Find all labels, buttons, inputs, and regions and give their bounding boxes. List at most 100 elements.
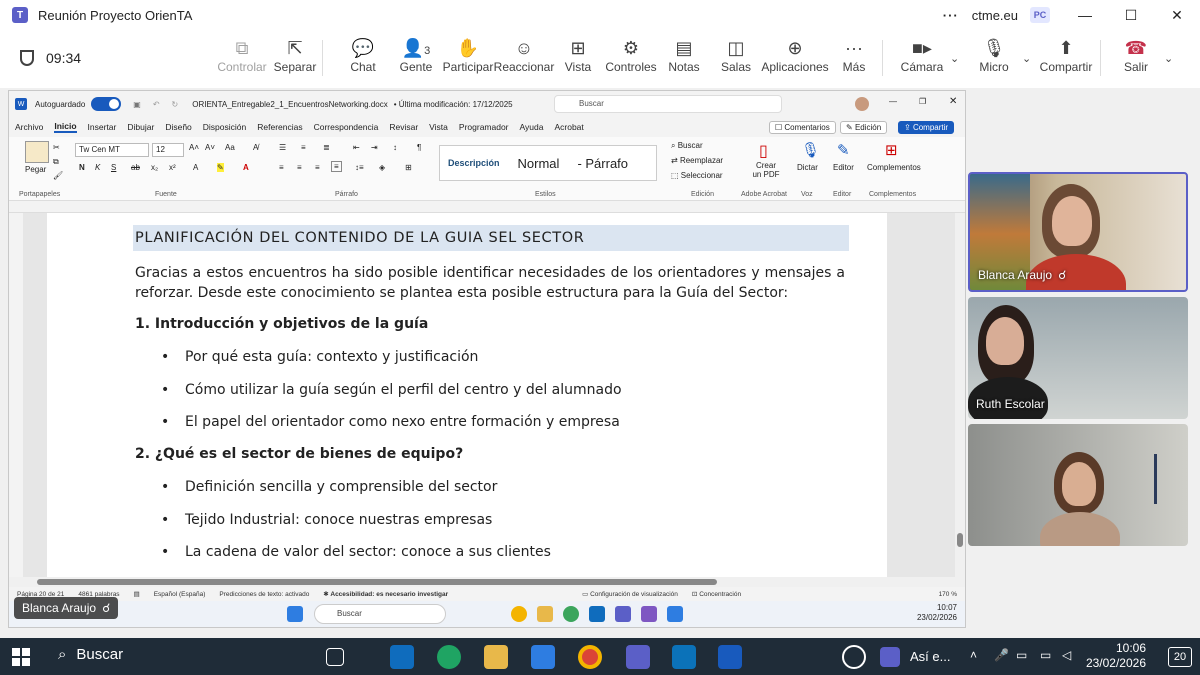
mic-button[interactable]: 🎙 Micro (964, 36, 1024, 74)
menu-inicio[interactable]: Inicio (54, 121, 77, 133)
teams-icon[interactable] (626, 645, 650, 669)
font-size-select[interactable]: 12 (152, 143, 184, 157)
find-button[interactable]: ⌕ Buscar (671, 141, 703, 151)
document-page[interactable]: PLANIFICACIÓN DEL CONTENIDO DE LA GUIA S… (47, 213, 887, 577)
edge-icon[interactable] (437, 645, 461, 669)
menu-insertar[interactable]: Insertar (88, 122, 117, 132)
bold-icon[interactable]: N (79, 163, 85, 172)
shading-icon[interactable]: ◈ (379, 163, 385, 172)
comments-button[interactable]: ☐ Comentarios (769, 121, 836, 134)
autosave-toggle[interactable] (91, 97, 122, 111)
controls-button[interactable]: ⚙ Controles (601, 36, 661, 74)
display-settings[interactable]: ▭ Configuración de visualización (582, 590, 678, 598)
chat-button[interactable]: 💬 Chat (333, 36, 393, 74)
media-icon[interactable] (880, 647, 900, 667)
menu-revisar[interactable]: Revisar (389, 122, 418, 132)
camera-button[interactable]: ■▸ Cámara (892, 36, 952, 74)
vertical-scrollbar[interactable] (955, 213, 965, 577)
participant-tile[interactable]: Ruth Escolar (968, 297, 1188, 419)
font-color-icon[interactable]: A (243, 163, 249, 172)
network-icon[interactable]: ▭ (1040, 648, 1051, 662)
windows-logo-icon[interactable] (287, 606, 303, 622)
create-pdf-label[interactable]: Crear un PDF (751, 161, 781, 179)
media-text[interactable]: Así e... (910, 649, 950, 664)
teams-alt-icon[interactable] (641, 606, 657, 622)
task-view-icon[interactable] (326, 648, 344, 666)
react-button[interactable]: ☺ Reaccionar (494, 36, 555, 74)
taskbar-search[interactable]: ⌕ Buscar (58, 646, 123, 663)
notifications-badge[interactable]: 20 (1168, 647, 1192, 667)
format-painter-icon[interactable]: 🖌 (53, 171, 63, 180)
menu-vista[interactable]: Vista (429, 122, 448, 132)
pdf-icon[interactable]: ▯ (759, 141, 768, 161)
menu-disposicion[interactable]: Disposición (203, 122, 246, 132)
borders-icon[interactable]: ⊞ (405, 163, 412, 172)
zoom-level[interactable]: 170 % (939, 591, 957, 598)
word-search-input[interactable]: Buscar (554, 95, 782, 113)
multilevel-list-icon[interactable]: ≣ (323, 143, 330, 152)
apps-button[interactable]: ⊕ Aplicaciones (761, 36, 828, 74)
more-options-icon[interactable]: ··· (936, 8, 966, 23)
editing-mode-button[interactable]: ✎ Edición (840, 121, 888, 134)
clear-format-icon[interactable]: A̸ (253, 143, 258, 152)
menu-ayuda[interactable]: Ayuda (520, 122, 544, 132)
view-button[interactable]: ⊞ Vista (548, 36, 608, 74)
shrink-font-icon[interactable]: A˅ (205, 143, 215, 152)
dictate-label[interactable]: Dictar (797, 163, 818, 172)
word-taskbar-icon[interactable] (667, 606, 683, 622)
avatar[interactable] (855, 97, 869, 111)
share-button[interactable]: ⬆ Compartir (1036, 36, 1096, 74)
addins-icon[interactable]: ⊞ (885, 141, 898, 159)
control-button[interactable]: ⧉ Controlar (212, 36, 272, 74)
style-normal[interactable]: Normal (518, 156, 560, 171)
mic-options-chevron-icon[interactable]: ⌄ (1022, 52, 1031, 65)
redo-icon[interactable]: ↻ (172, 100, 179, 109)
participant-tile[interactable]: Blanca Araujo ☌ (968, 172, 1188, 292)
show-marks-icon[interactable]: ¶ (417, 143, 421, 152)
camera-options-chevron-icon[interactable]: ⌄ (950, 52, 959, 65)
help-icon[interactable] (842, 645, 866, 669)
menu-correspondencia[interactable]: Correspondencia (314, 122, 379, 132)
increase-indent-icon[interactable]: ⇥ (371, 143, 378, 152)
leave-options-chevron-icon[interactable]: ⌄ (1164, 52, 1173, 65)
numbering-icon[interactable]: ≡ (301, 143, 306, 152)
file-explorer-icon[interactable] (484, 645, 508, 669)
minimize-button[interactable]: — (1062, 0, 1108, 30)
strikethrough-icon[interactable]: ab (131, 163, 140, 172)
volume-icon[interactable]: ◁ (1062, 648, 1071, 662)
styles-gallery[interactable]: Descripción Normal - Párrafo (439, 145, 657, 181)
align-center-icon[interactable]: ≡ (297, 163, 302, 172)
style-descripcion[interactable]: Descripción (448, 158, 500, 168)
windows-start-icon[interactable] (12, 648, 30, 666)
proofing-icon[interactable]: ▤ (134, 590, 140, 598)
accessibility-status[interactable]: ✱ Accesibilidad: es necesario investigar (323, 590, 448, 598)
outlook-icon[interactable] (390, 645, 414, 669)
tray-chevron-icon[interactable]: ˄ (970, 648, 977, 662)
replace-button[interactable]: ⇄ Reemplazar (671, 156, 723, 165)
bullets-icon[interactable]: ☰ (279, 143, 286, 152)
remote-search-box[interactable]: Buscar (314, 604, 446, 624)
undo-icon[interactable]: ↶ (153, 100, 160, 109)
word-icon[interactable] (718, 645, 742, 669)
maximize-button[interactable]: ☐ (1108, 0, 1154, 30)
menu-archivo[interactable]: Archivo (15, 122, 43, 132)
cut-icon[interactable]: ✂ (53, 143, 60, 152)
text-predictions-status[interactable]: Predicciones de texto: activado (219, 591, 309, 598)
folder-icon[interactable] (537, 606, 553, 622)
notes-button[interactable]: ▤ Notas (654, 36, 714, 74)
menu-diseno[interactable]: Diseño (165, 122, 191, 132)
leave-button[interactable]: ☎ Salir (1106, 36, 1166, 74)
editor-label[interactable]: Editor (833, 163, 854, 172)
share-document-button[interactable]: ⇪ Compartir (898, 121, 955, 134)
save-icon[interactable]: ▣ (133, 100, 141, 109)
subscript-icon[interactable]: x₂ (151, 163, 158, 172)
restore-button[interactable]: ❐ (919, 97, 926, 106)
chrome-icon[interactable] (578, 645, 602, 669)
text-effects-icon[interactable]: A (193, 163, 198, 172)
copy-icon[interactable]: ⧉ (53, 157, 59, 167)
store-icon[interactable] (531, 645, 555, 669)
language-status[interactable]: Español (España) (154, 591, 206, 598)
chrome-icon[interactable] (511, 606, 527, 622)
addins-label[interactable]: Complementos (867, 163, 921, 172)
display-tray-icon[interactable]: ▭ (1016, 648, 1027, 662)
